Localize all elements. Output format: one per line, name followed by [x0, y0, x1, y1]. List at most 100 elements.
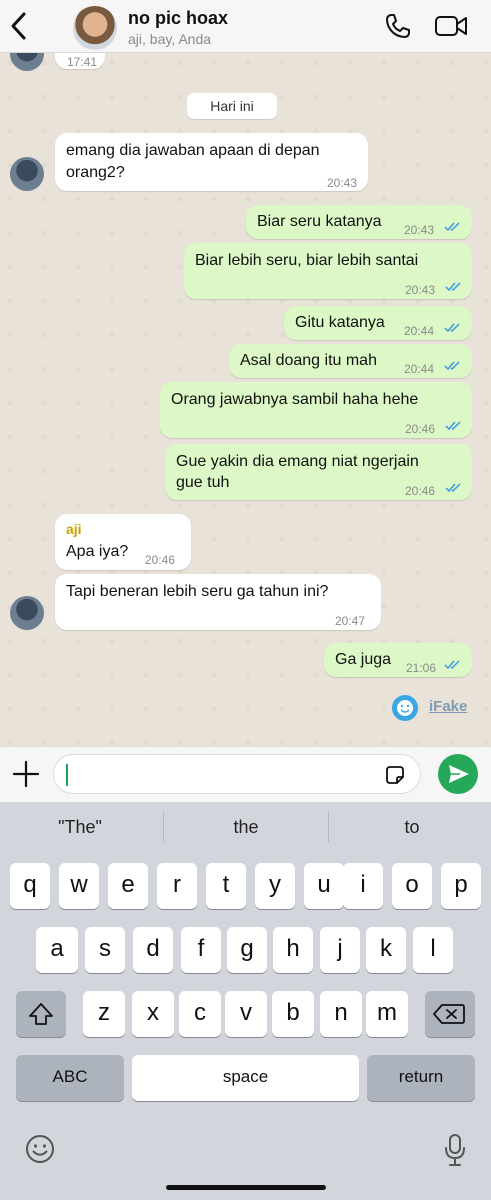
- date-separator: Hari ini: [187, 93, 277, 119]
- key-v[interactable]: v: [225, 991, 267, 1037]
- message-input-bar: [0, 746, 491, 802]
- key-a[interactable]: a: [36, 927, 78, 973]
- suggestion-2[interactable]: the: [166, 817, 326, 838]
- message-bubble-incoming[interactable]: emang dia jawaban apaan di depan orang2?…: [55, 133, 368, 191]
- key-h[interactable]: h: [273, 927, 313, 973]
- backspace-key[interactable]: [425, 991, 475, 1037]
- key-c[interactable]: c: [179, 991, 221, 1037]
- key-x[interactable]: x: [132, 991, 174, 1037]
- read-receipt-icon: [444, 222, 460, 232]
- key-d[interactable]: d: [133, 927, 173, 973]
- message-input[interactable]: [53, 754, 421, 794]
- sticker-icon[interactable]: [384, 764, 406, 786]
- read-receipt-icon: [445, 483, 461, 493]
- backspace-icon: [433, 1004, 465, 1024]
- message-bubble-incoming[interactable]: 17:41: [55, 53, 105, 69]
- message-time: 20:44: [404, 362, 435, 376]
- message-bubble-outgoing[interactable]: Asal doang itu mah 20:44: [229, 344, 472, 378]
- space-key[interactable]: space: [132, 1055, 359, 1101]
- message-bubble-outgoing[interactable]: Biar seru katanya 20:43: [246, 205, 472, 239]
- read-receipt-icon: [444, 361, 460, 371]
- message-bubble-incoming[interactable]: aji Apa iya? 20:46: [55, 514, 191, 570]
- abc-key[interactable]: ABC: [16, 1055, 124, 1101]
- key-m[interactable]: m: [366, 991, 408, 1037]
- home-indicator: [166, 1185, 326, 1190]
- message-time: 20:44: [404, 324, 435, 338]
- text-caret: [66, 764, 68, 786]
- message-text: Gitu katanya: [295, 314, 385, 331]
- key-j[interactable]: j: [320, 927, 360, 973]
- message-time: 20:47: [335, 614, 366, 628]
- message-bubble-outgoing[interactable]: Biar lebih seru, biar lebih santai 20:43: [184, 243, 472, 299]
- key-u[interactable]: u: [304, 863, 344, 909]
- chat-participants[interactable]: aji, bay, Anda: [128, 31, 211, 47]
- ifake-link[interactable]: iFake: [429, 698, 467, 715]
- key-z[interactable]: z: [83, 991, 125, 1037]
- send-icon: [449, 765, 469, 783]
- message-text: Biar seru katanya: [257, 213, 382, 230]
- message-time: 20:46: [145, 553, 176, 567]
- message-text: Tapi beneran lebih seru ga tahun ini?: [66, 583, 329, 600]
- suggestion-3[interactable]: to: [332, 817, 491, 838]
- group-avatar[interactable]: [73, 6, 117, 50]
- read-receipt-icon: [445, 421, 461, 431]
- key-n[interactable]: n: [320, 991, 362, 1037]
- key-y[interactable]: y: [255, 863, 295, 909]
- phone-call-icon[interactable]: [384, 12, 412, 40]
- key-b[interactable]: b: [272, 991, 314, 1037]
- message-bubble-incoming[interactable]: Tapi beneran lebih seru ga tahun ini? 20…: [55, 574, 381, 630]
- message-text: gue tuh: [176, 474, 230, 491]
- send-button[interactable]: [438, 754, 478, 794]
- message-time: 17:41: [67, 55, 98, 69]
- plus-icon[interactable]: [11, 759, 41, 789]
- key-r[interactable]: r: [157, 863, 197, 909]
- emoji-icon[interactable]: [24, 1133, 56, 1165]
- shift-key[interactable]: [16, 991, 66, 1037]
- key-e[interactable]: e: [108, 863, 148, 909]
- message-text: Orang jawabnya sambil haha hehe: [171, 391, 419, 408]
- message-time: 20:43: [405, 283, 436, 297]
- message-time: 20:46: [405, 422, 436, 436]
- read-receipt-icon: [444, 323, 460, 333]
- suggestion-1[interactable]: "The": [0, 817, 160, 838]
- chat-title[interactable]: no pic hoax: [128, 8, 228, 29]
- key-l[interactable]: l: [413, 927, 453, 973]
- ifake-logo-icon: [392, 695, 418, 721]
- back-chevron-icon[interactable]: [6, 8, 32, 44]
- key-f[interactable]: f: [181, 927, 221, 973]
- message-text: Ga juga: [335, 651, 392, 668]
- message-bubble-outgoing[interactable]: Orang jawabnya sambil haha hehe 20:46: [160, 382, 472, 438]
- sender-avatar[interactable]: [10, 53, 44, 71]
- sender-avatar[interactable]: [10, 157, 44, 191]
- message-time: 20:43: [326, 176, 357, 190]
- key-t[interactable]: t: [206, 863, 246, 909]
- sender-avatar[interactable]: [10, 596, 44, 630]
- microphone-icon[interactable]: [444, 1133, 466, 1167]
- read-receipt-icon: [445, 282, 461, 292]
- message-time: 20:43: [404, 223, 435, 237]
- read-receipt-icon: [444, 660, 460, 670]
- key-s[interactable]: s: [85, 927, 125, 973]
- key-w[interactable]: w: [59, 863, 99, 909]
- key-k[interactable]: k: [366, 927, 406, 973]
- message-bubble-outgoing[interactable]: Gue yakin dia emang niat ngerjain gue tu…: [165, 444, 472, 500]
- key-g[interactable]: g: [227, 927, 267, 973]
- key-q[interactable]: q: [10, 863, 50, 909]
- message-bubble-outgoing[interactable]: Gitu katanya 20:44: [284, 306, 472, 340]
- sender-name[interactable]: aji: [66, 518, 82, 540]
- message-list[interactable]: 17:41 Hari ini emang dia jawaban apaan d…: [0, 53, 491, 746]
- shift-arrow-icon: [29, 1003, 53, 1025]
- suggestion-divider: [163, 812, 164, 842]
- key-p[interactable]: p: [441, 863, 481, 909]
- return-key[interactable]: return: [367, 1055, 475, 1101]
- message-time: 21:06: [406, 661, 437, 675]
- message-text: orang2?: [66, 164, 125, 181]
- message-bubble-outgoing[interactable]: Ga juga 21:06: [324, 643, 472, 677]
- video-call-icon[interactable]: [434, 14, 468, 38]
- message-text: Apa iya?: [66, 543, 129, 560]
- message-text: Gue yakin dia emang niat ngerjain: [176, 453, 419, 470]
- key-i[interactable]: i: [343, 863, 383, 909]
- message-text: Asal doang itu mah: [240, 352, 377, 369]
- key-o[interactable]: o: [392, 863, 432, 909]
- ifake-watermark[interactable]: iFake: [392, 695, 472, 721]
